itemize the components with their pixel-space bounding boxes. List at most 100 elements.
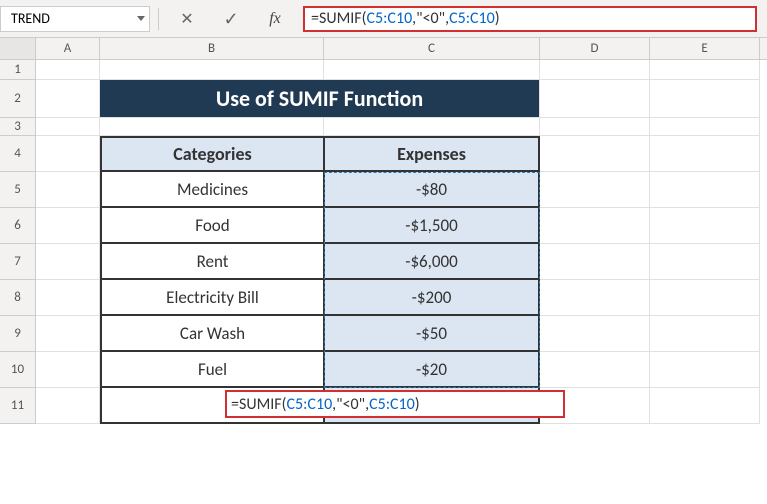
cell-a10[interactable] [36, 352, 100, 388]
cell-a8[interactable] [36, 280, 100, 316]
row-8: 8 Electricity Bill -$200 [0, 280, 767, 316]
row-7: 7 Rent -$6,000 [0, 244, 767, 280]
cell-expense[interactable]: -$80 [324, 172, 540, 208]
title-cell[interactable]: Use of SUMIF Function [100, 80, 540, 118]
cancel-button[interactable]: ✕ [167, 6, 207, 32]
cell-a11[interactable] [36, 388, 100, 424]
row-header-7[interactable]: 7 [0, 244, 36, 280]
cell-a2[interactable] [36, 80, 100, 118]
row-header-10[interactable]: 10 [0, 352, 36, 388]
cell-d3[interactable] [540, 118, 650, 136]
cell-e11[interactable] [650, 388, 760, 424]
formula-text-prefix: =SUMIF( [311, 9, 367, 28]
cell-e7[interactable] [650, 244, 760, 280]
cell-d5[interactable] [540, 172, 650, 208]
cell-a6[interactable] [36, 208, 100, 244]
col-header-e[interactable]: E [650, 38, 760, 59]
cell-expense[interactable]: -$1,500 [324, 208, 540, 244]
row-header-9[interactable]: 9 [0, 316, 36, 352]
row-2: 2 Use of SUMIF Function [0, 80, 767, 118]
cell-a3[interactable] [36, 118, 100, 136]
row-6: 6 Food -$1,500 [0, 208, 767, 244]
row-header-3[interactable]: 3 [0, 118, 36, 136]
col-header-d[interactable]: D [540, 38, 650, 59]
cell-e4[interactable] [650, 136, 760, 172]
cell-category[interactable]: Electricity Bill [100, 280, 324, 316]
formula-input[interactable]: =SUMIF(C5:C10,"<0",C5:C10) [303, 6, 757, 32]
worksheet-grid: 1 2 Use of SUMIF Function 3 4 Categories… [0, 60, 767, 424]
cell-editor-overlay[interactable]: =SUMIF(C5:C10,"<0",C5:C10) [225, 390, 565, 418]
cell-expense[interactable]: -$20 [324, 352, 540, 388]
sum-formula-cell[interactable]: =SUMIF(C5:C10,"<0",C5:C10) [324, 388, 540, 424]
cell-c3[interactable] [324, 118, 540, 136]
check-icon: ✓ [223, 8, 238, 30]
col-header-b[interactable]: B [100, 38, 324, 59]
cell-d2[interactable] [540, 80, 650, 118]
cell-category[interactable]: Fuel [100, 352, 324, 388]
cell-d10[interactable] [540, 352, 650, 388]
x-icon: ✕ [180, 9, 193, 29]
cell-a4[interactable] [36, 136, 100, 172]
cell-e1[interactable] [650, 60, 760, 80]
name-box[interactable] [0, 6, 150, 32]
fx-icon: fx [269, 10, 281, 28]
row-header-5[interactable]: 5 [0, 172, 36, 208]
header-categories[interactable]: Categories [100, 136, 324, 172]
row-header-1[interactable]: 1 [0, 60, 36, 80]
row-1: 1 [0, 60, 767, 80]
cell-d1[interactable] [540, 60, 650, 80]
cell-e8[interactable] [650, 280, 760, 316]
separator [158, 8, 159, 30]
cell-expense[interactable]: -$200 [324, 280, 540, 316]
cell-a9[interactable] [36, 316, 100, 352]
enter-button[interactable]: ✓ [211, 6, 251, 32]
cell-a1[interactable] [36, 60, 100, 80]
row-header-8[interactable]: 8 [0, 280, 36, 316]
col-header-c[interactable]: C [324, 38, 540, 59]
cell-a7[interactable] [36, 244, 100, 280]
formula-bar: ✕ ✓ fx =SUMIF(C5:C10,"<0",C5:C10) [0, 0, 767, 38]
name-box-input[interactable] [9, 9, 109, 28]
row-5: 5 Medicines -$80 [0, 172, 767, 208]
cell-e3[interactable] [650, 118, 760, 136]
cell-b1[interactable] [100, 60, 324, 80]
name-box-dropdown-icon[interactable] [137, 16, 145, 21]
cell-category[interactable]: Car Wash [100, 316, 324, 352]
cell-expense[interactable]: -$6,000 [324, 244, 540, 280]
cell-c1[interactable] [324, 60, 540, 80]
cell-formula-prefix: =SUMIF( [231, 395, 287, 414]
row-header-11[interactable]: 11 [0, 388, 36, 424]
row-11: 11 SUM =SUMIF(C5:C10,"<0",C5:C10) [0, 388, 767, 424]
cell-expense[interactable]: -$50 [324, 316, 540, 352]
row-header-2[interactable]: 2 [0, 80, 36, 118]
row-header-6[interactable]: 6 [0, 208, 36, 244]
formula-range1: C5:C10 [367, 9, 413, 28]
cell-formula-suffix: ) [415, 395, 420, 414]
cell-a5[interactable] [36, 172, 100, 208]
col-header-a[interactable]: A [36, 38, 100, 59]
column-headers: A B C D E [0, 38, 767, 60]
cell-e10[interactable] [650, 352, 760, 388]
cell-category[interactable]: Medicines [100, 172, 324, 208]
cell-d4[interactable] [540, 136, 650, 172]
row-header-4[interactable]: 4 [0, 136, 36, 172]
cell-e9[interactable] [650, 316, 760, 352]
header-expenses[interactable]: Expenses [324, 136, 540, 172]
cell-d6[interactable] [540, 208, 650, 244]
row-4: 4 Categories Expenses [0, 136, 767, 172]
cell-e5[interactable] [650, 172, 760, 208]
cell-b3[interactable] [100, 118, 324, 136]
cell-category[interactable]: Food [100, 208, 324, 244]
cell-d9[interactable] [540, 316, 650, 352]
formula-input-wrap: =SUMIF(C5:C10,"<0",C5:C10) [299, 6, 761, 32]
formula-range2: C5:C10 [449, 9, 495, 28]
insert-function-button[interactable]: fx [255, 6, 295, 32]
cell-e6[interactable] [650, 208, 760, 244]
cell-category[interactable]: Rent [100, 244, 324, 280]
cell-formula-mid: ,"<0", [332, 395, 369, 414]
row-3: 3 [0, 118, 767, 136]
cell-d7[interactable] [540, 244, 650, 280]
select-all-corner[interactable] [0, 38, 36, 59]
cell-d8[interactable] [540, 280, 650, 316]
cell-e2[interactable] [650, 80, 760, 118]
